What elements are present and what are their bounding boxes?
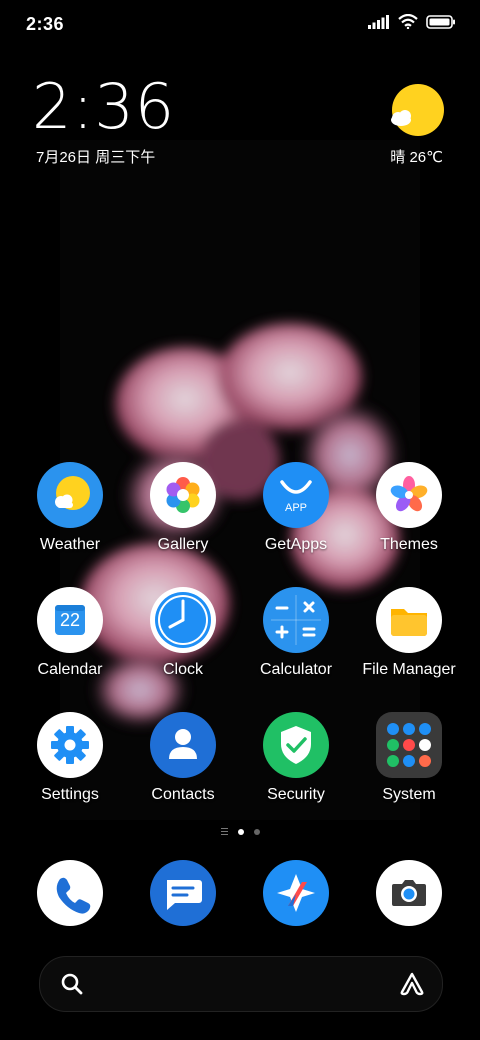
weather-text: 晴 26℃ [390,149,443,166]
dock-browser[interactable] [241,860,351,926]
app-label: Security [267,786,325,803]
signal-icon [368,14,389,29]
gear-icon [37,712,103,778]
getapps-icon: APP [263,462,329,528]
app-label: File Manager [362,661,456,678]
app-themes[interactable]: Themes [354,462,464,554]
camera-icon [376,860,442,926]
page-dot-active [237,828,244,835]
clock-widget-time[interactable]: 2:36 [32,76,175,138]
app-label: GetApps [264,536,328,553]
dock-phone[interactable] [15,860,125,926]
app-folder-system[interactable]: System [354,712,464,804]
app-weather[interactable]: Weather [15,462,125,554]
app-label: Settings [41,786,99,803]
calendar-day: 22 [59,610,81,630]
app-label: Gallery [157,536,209,553]
app-settings[interactable]: Settings [15,712,125,804]
themes-icon [376,462,442,528]
battery-icon [426,14,455,29]
app-label: Calendar [37,661,103,678]
app-calculator[interactable]: Calculator [241,587,351,679]
home-screen: 2:36 2:36 7月26日 周三下午 晴 26℃ Weather Galle… [0,0,480,1040]
browser-icon [263,860,329,926]
calculator-icon [263,587,329,653]
app-list-indicator-icon [220,828,228,835]
app-security[interactable]: Security [241,712,351,804]
folder-grid-icon [376,712,442,778]
search-icon [61,973,83,995]
assistant-icon[interactable] [398,971,426,997]
page-dot [253,828,260,835]
messages-icon [150,860,216,926]
app-label: System [382,786,436,803]
status-icons [368,14,456,29]
weather-widget[interactable] [384,82,444,142]
app-calendar[interactable]: 22 Calendar [15,587,125,679]
status-time: 2:36 [26,14,65,34]
app-label: Themes [380,536,438,553]
app-label: Contacts [151,786,215,803]
app-label: Clock [162,661,203,678]
status-bar: 2:36 [0,0,480,50]
app-contacts[interactable]: Contacts [128,712,238,804]
dock-messages[interactable] [128,860,238,926]
clock-icon [150,587,216,653]
weather-icon [37,462,103,528]
search-bar[interactable] [39,956,443,1012]
app-gallery[interactable]: Gallery [128,462,238,554]
app-label: Weather [39,536,101,553]
app-file-manager[interactable]: File Manager [354,587,464,679]
dock-camera[interactable] [354,860,464,926]
app-label: Calculator [259,661,333,678]
getapps-badge: APP [284,502,307,514]
person-icon [150,712,216,778]
clock-widget-date: 7月26日 周三下午 [36,149,156,166]
page-indicator[interactable] [0,828,480,835]
app-clock[interactable]: Clock [128,587,238,679]
phone-icon [37,860,103,926]
folder-icon [376,587,442,653]
calendar-icon: 22 [37,587,103,653]
shield-icon [263,712,329,778]
wifi-icon [398,14,418,29]
sunny-cloud-icon [391,84,444,136]
gallery-icon [150,462,216,528]
app-getapps[interactable]: APP GetApps [241,462,351,554]
